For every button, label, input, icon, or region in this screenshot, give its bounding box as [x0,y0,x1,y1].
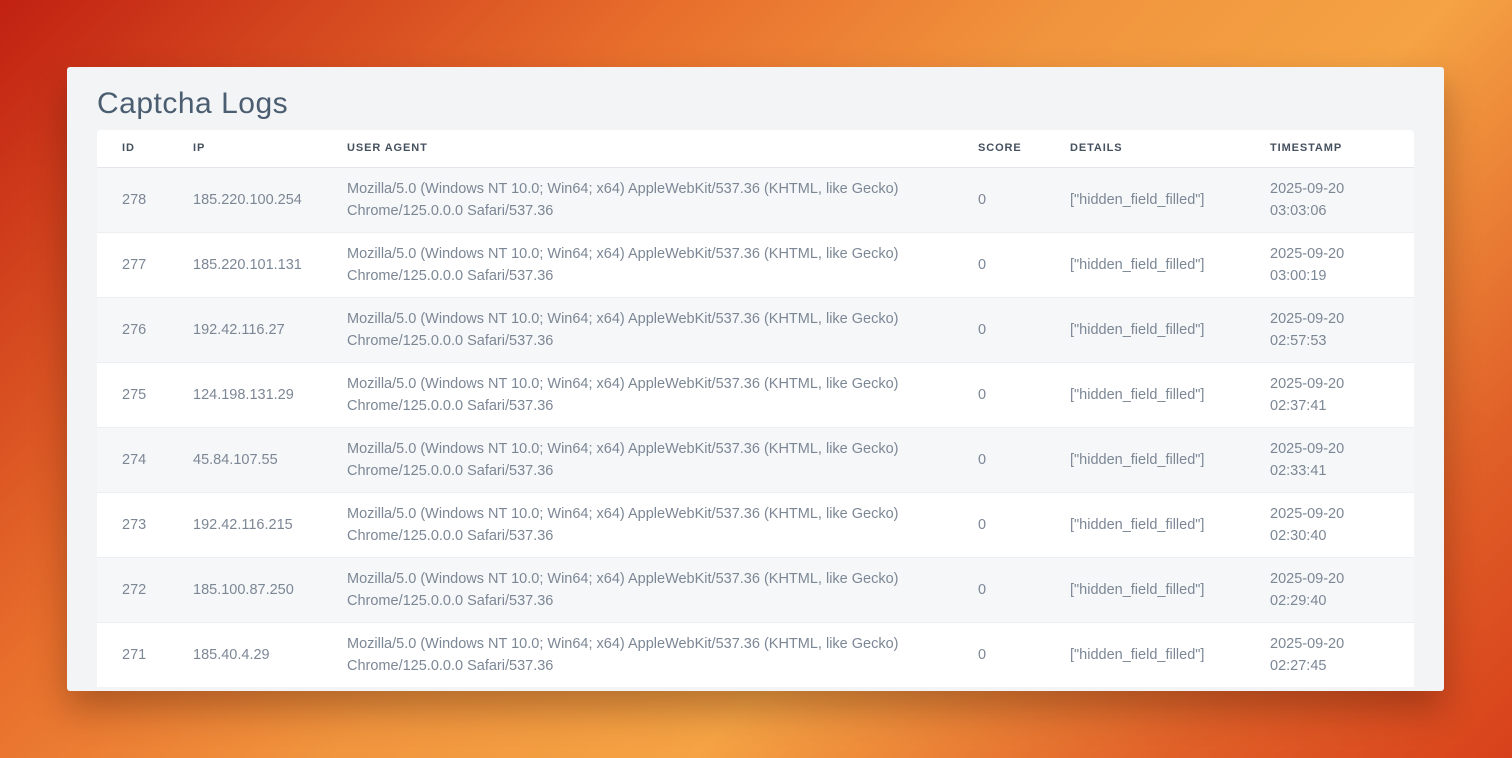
cell-details: ["hidden_field_filled"] [1070,557,1270,622]
cell-ip: 185.220.100.254 [193,167,347,232]
cell-id: 278 [97,167,193,232]
cell-user-agent: Mozilla/5.0 (Windows NT 10.0; Win64; x64… [347,297,978,362]
column-header-details: DETAILS [1070,130,1270,167]
table-row: 276 192.42.116.27 Mozilla/5.0 (Windows N… [97,297,1414,362]
cell-score: 0 [978,427,1070,492]
cell-score: 0 [978,167,1070,232]
cell-ip: 192.42.116.27 [193,297,347,362]
column-header-ip: IP [193,130,347,167]
page-title: Captcha Logs [97,83,1414,124]
cell-details: ["hidden_field_filled"] [1070,362,1270,427]
table-header: ID IP USER AGENT SCORE DETAILS TIMESTAMP [97,130,1414,167]
cell-score: 0 [978,557,1070,622]
cell-ip: 185.220.101.131 [193,232,347,297]
cell-user-agent: Mozilla/5.0 (Windows NT 10.0; Win64; x64… [347,557,978,622]
table-row: 272 185.100.87.250 Mozilla/5.0 (Windows … [97,557,1414,622]
cell-timestamp: 2025-09-20 03:00:19 [1270,232,1414,297]
table-row: 277 185.220.101.131 Mozilla/5.0 (Windows… [97,232,1414,297]
cell-score: 0 [978,362,1070,427]
cell-timestamp: 2025-09-20 02:29:40 [1270,557,1414,622]
cell-details: ["hidden_field_filled"] [1070,297,1270,362]
table-row: 274 45.84.107.55 Mozilla/5.0 (Windows NT… [97,427,1414,492]
column-header-score: SCORE [978,130,1070,167]
cell-id: 277 [97,232,193,297]
cell-id: 275 [97,362,193,427]
column-header-timestamp: TIMESTAMP [1270,130,1414,167]
cell-user-agent: Mozilla/5.0 (Windows NT 10.0; Win64; x64… [347,167,978,232]
logs-table-container: ID IP USER AGENT SCORE DETAILS TIMESTAMP… [97,130,1414,687]
table-header-row: ID IP USER AGENT SCORE DETAILS TIMESTAMP [97,130,1414,167]
cell-score: 0 [978,492,1070,557]
cell-timestamp: 2025-09-20 02:30:40 [1270,492,1414,557]
captcha-logs-card: Captcha Logs ID IP USER AGENT SCORE DETA… [67,67,1444,691]
cell-id: 273 [97,492,193,557]
cell-timestamp: 2025-09-20 02:37:41 [1270,362,1414,427]
cell-ip: 185.100.87.250 [193,557,347,622]
cell-details: ["hidden_field_filled"] [1070,427,1270,492]
table-row: 275 124.198.131.29 Mozilla/5.0 (Windows … [97,362,1414,427]
column-header-user-agent: USER AGENT [347,130,978,167]
cell-id: 276 [97,297,193,362]
cell-details: ["hidden_field_filled"] [1070,492,1270,557]
logs-table: ID IP USER AGENT SCORE DETAILS TIMESTAMP… [97,130,1414,687]
cell-ip: 192.42.116.215 [193,492,347,557]
cell-user-agent: Mozilla/5.0 (Windows NT 10.0; Win64; x64… [347,492,978,557]
cell-ip: 124.198.131.29 [193,362,347,427]
cell-score: 0 [978,297,1070,362]
table-row: 271 185.40.4.29 Mozilla/5.0 (Windows NT … [97,622,1414,687]
table-body: 278 185.220.100.254 Mozilla/5.0 (Windows… [97,167,1414,687]
cell-id: 274 [97,427,193,492]
cell-user-agent: Mozilla/5.0 (Windows NT 10.0; Win64; x64… [347,362,978,427]
cell-user-agent: Mozilla/5.0 (Windows NT 10.0; Win64; x64… [347,427,978,492]
cell-timestamp: 2025-09-20 03:03:06 [1270,167,1414,232]
cell-id: 272 [97,557,193,622]
cell-ip: 45.84.107.55 [193,427,347,492]
cell-user-agent: Mozilla/5.0 (Windows NT 10.0; Win64; x64… [347,232,978,297]
cell-id: 271 [97,622,193,687]
cell-details: ["hidden_field_filled"] [1070,622,1270,687]
table-row: 278 185.220.100.254 Mozilla/5.0 (Windows… [97,167,1414,232]
cell-ip: 185.40.4.29 [193,622,347,687]
cell-score: 0 [978,622,1070,687]
cell-details: ["hidden_field_filled"] [1070,232,1270,297]
table-row: 273 192.42.116.215 Mozilla/5.0 (Windows … [97,492,1414,557]
cell-timestamp: 2025-09-20 02:57:53 [1270,297,1414,362]
cell-details: ["hidden_field_filled"] [1070,167,1270,232]
cell-score: 0 [978,232,1070,297]
cell-timestamp: 2025-09-20 02:27:45 [1270,622,1414,687]
column-header-id: ID [97,130,193,167]
cell-user-agent: Mozilla/5.0 (Windows NT 10.0; Win64; x64… [347,622,978,687]
cell-timestamp: 2025-09-20 02:33:41 [1270,427,1414,492]
